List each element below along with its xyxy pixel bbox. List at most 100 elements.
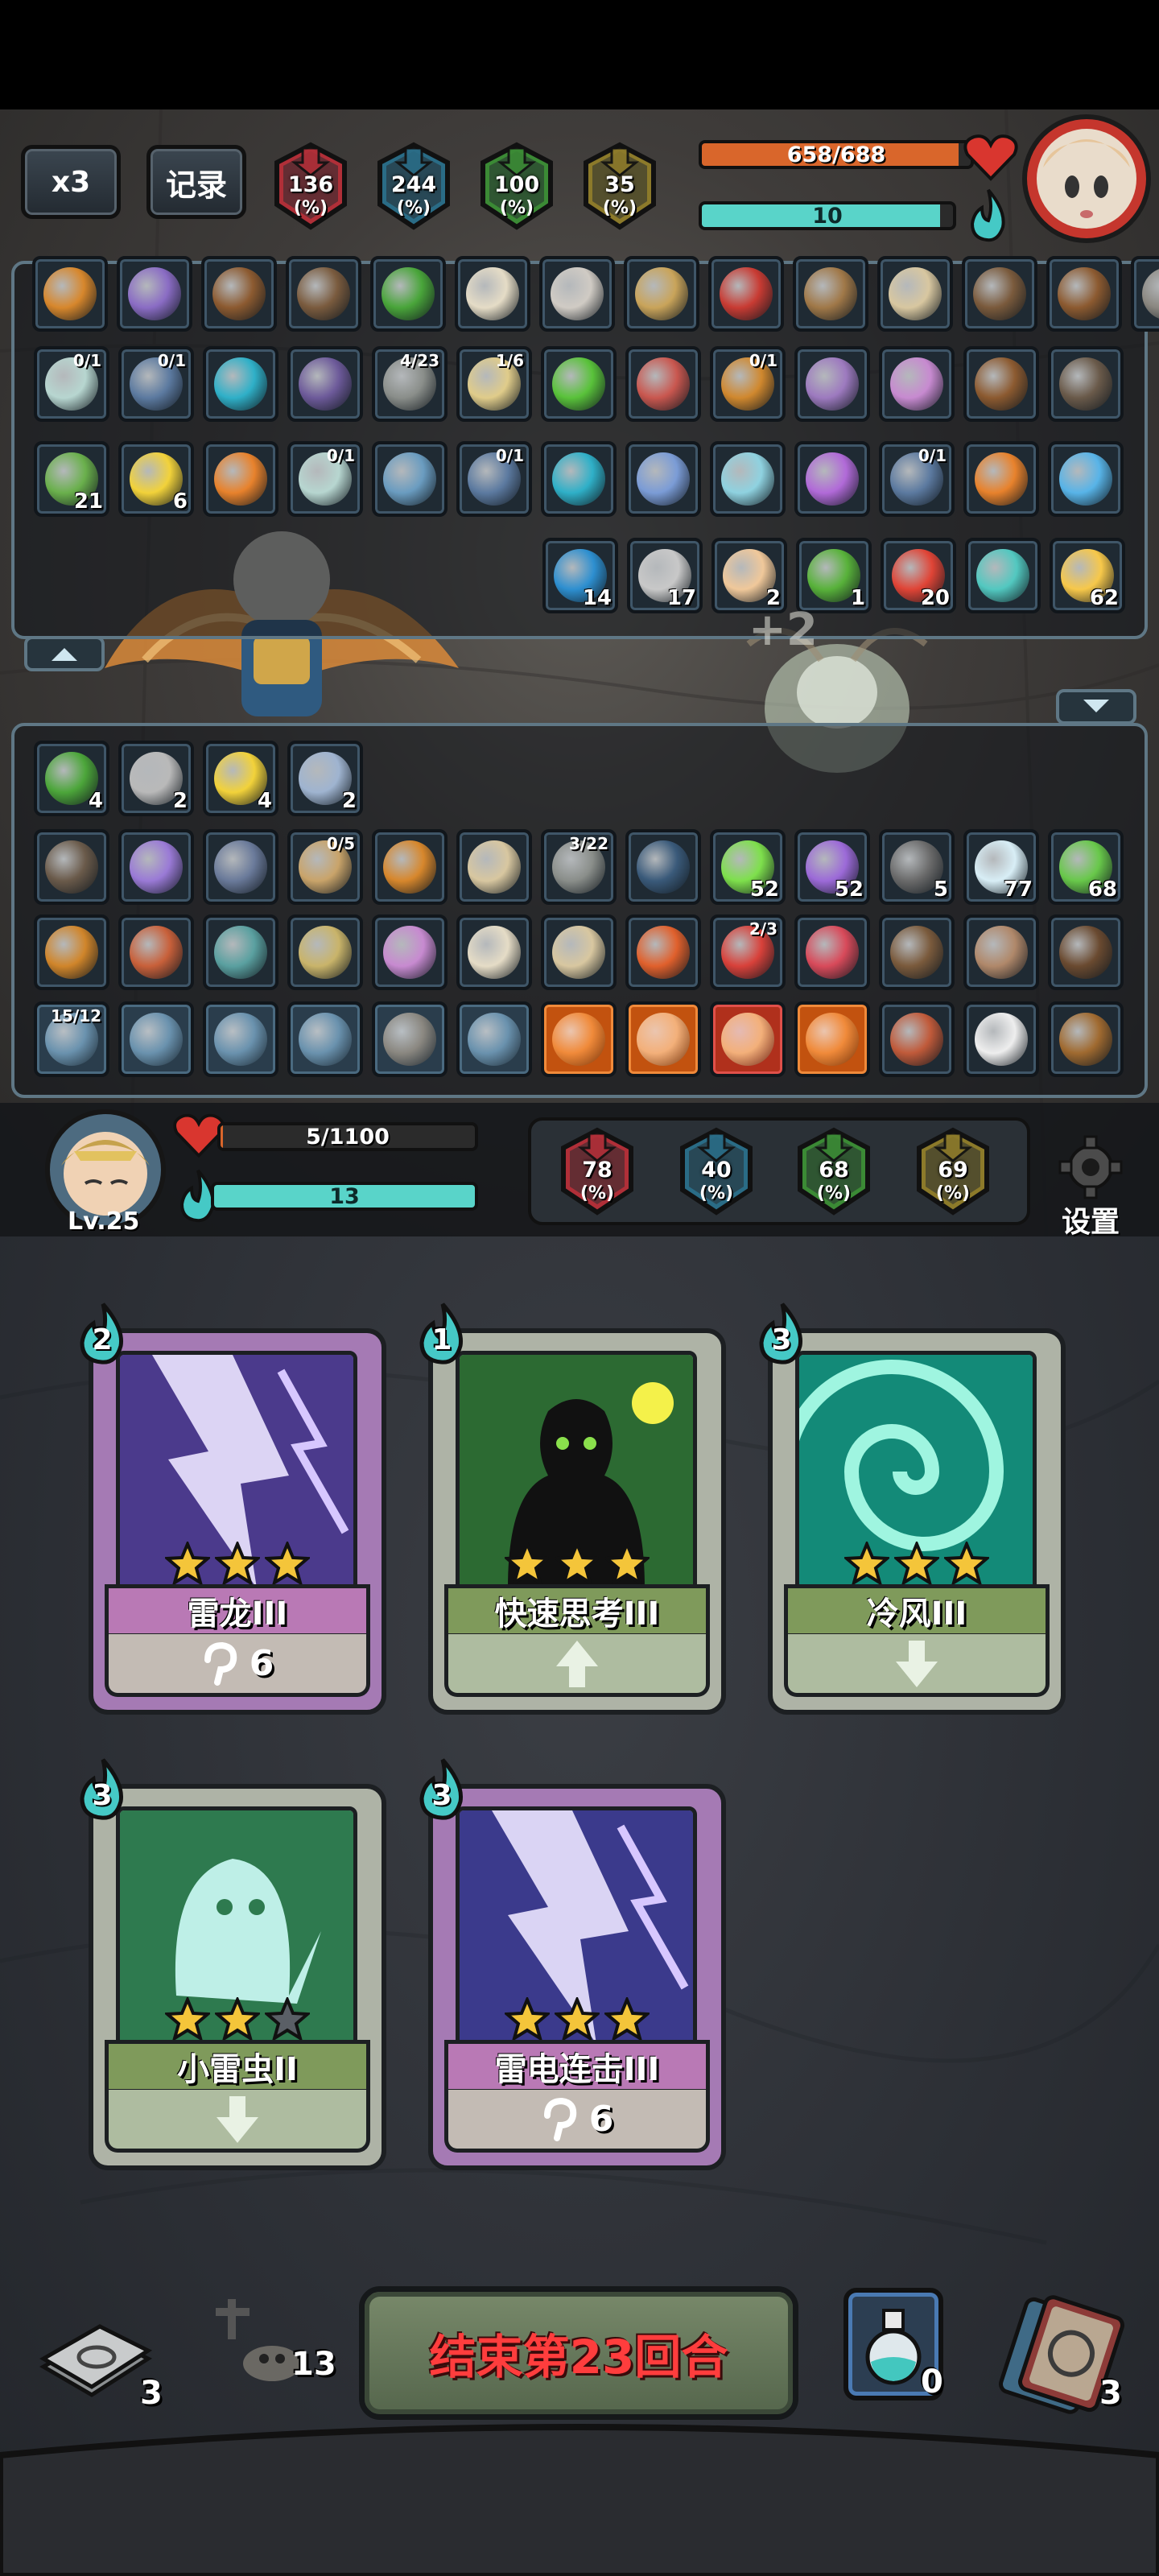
collapse-enemy-panel-button[interactable]	[24, 636, 105, 671]
relic-slot[interactable]	[625, 914, 701, 990]
relic-slot[interactable]: 3/22	[541, 829, 617, 905]
relic-slot[interactable]: 1	[796, 538, 872, 613]
relic-slot[interactable]	[1131, 256, 1159, 332]
collapse-player-panel-button[interactable]	[1056, 689, 1136, 724]
stat-badge-mystery[interactable]: 244 (%)	[373, 142, 454, 230]
relic-slot[interactable]	[625, 441, 701, 517]
relic-slot[interactable]	[287, 1001, 363, 1077]
relic-slot[interactable]	[541, 346, 617, 422]
relic-slot[interactable]	[1046, 256, 1122, 332]
relic-slot[interactable]: 0/1	[879, 441, 955, 517]
relic-slot[interactable]	[372, 829, 448, 905]
relic-slot[interactable]	[117, 256, 192, 332]
relic-slot[interactable]	[286, 256, 361, 332]
relic-slot[interactable]: 0/1	[710, 346, 786, 422]
relic-slot[interactable]: 0/1	[118, 346, 194, 422]
settings-button[interactable]: 设置	[1046, 1135, 1135, 1239]
relic-slot[interactable]	[793, 256, 868, 332]
stat-badge-defense-up[interactable]: 68 (%)	[794, 1127, 874, 1216]
relic-slot[interactable]	[287, 346, 363, 422]
relic-slot[interactable]	[879, 914, 955, 990]
relic-slot[interactable]	[34, 829, 109, 905]
relic-slot[interactable]	[201, 256, 277, 332]
relic-slot[interactable]	[963, 441, 1039, 517]
relic-slot[interactable]: 2	[287, 741, 363, 816]
relic-slot[interactable]: 68	[1048, 829, 1124, 905]
relic-slot[interactable]: 52	[794, 829, 870, 905]
end-turn-button[interactable]: 结束第23回合	[359, 2286, 798, 2420]
relic-slot[interactable]: 0/1	[287, 441, 363, 517]
relic-slot[interactable]	[963, 914, 1039, 990]
relic-slot[interactable]: 62	[1050, 538, 1125, 613]
relic-slot[interactable]	[1048, 914, 1124, 990]
relic-slot[interactable]	[370, 256, 446, 332]
relic-slot[interactable]	[372, 914, 448, 990]
relic-slot[interactable]: 17	[627, 538, 703, 613]
relic-slot[interactable]	[624, 256, 699, 332]
relic-slot[interactable]	[203, 1001, 278, 1077]
relic-slot[interactable]	[541, 914, 617, 990]
relic-slot[interactable]	[372, 441, 448, 517]
relic-slot[interactable]: 0/5	[287, 829, 363, 905]
relic-slot[interactable]	[32, 256, 108, 332]
relic-slot[interactable]	[877, 256, 953, 332]
relic-slot[interactable]: 2/3	[710, 914, 786, 990]
relic-slot[interactable]	[203, 441, 278, 517]
relic-slot[interactable]: 4	[203, 741, 278, 816]
stat-badge-attack-down[interactable]: 136 (%)	[270, 142, 351, 230]
stat-badge-defense-up[interactable]: 100 (%)	[476, 142, 557, 230]
enemy-portrait[interactable]	[1022, 114, 1151, 243]
relic-slot[interactable]	[1048, 441, 1124, 517]
relic-slot[interactable]: 21	[34, 441, 109, 517]
relic-slot[interactable]	[708, 256, 784, 332]
relic-slot[interactable]: 20	[881, 538, 956, 613]
relic-slot[interactable]: 15/12	[34, 1001, 109, 1077]
relic-slot[interactable]	[794, 441, 870, 517]
relic-slot[interactable]: 0/1	[456, 441, 532, 517]
relic-slot[interactable]	[879, 1001, 955, 1077]
relic-slot[interactable]: 0/1	[34, 346, 109, 422]
relic-slot[interactable]	[372, 1001, 448, 1077]
skill-card[interactable]: 快速思考III 1	[419, 1302, 726, 1715]
stat-badge-mystery[interactable]: 40 (%)	[676, 1127, 757, 1216]
skill-card[interactable]: 冷风III 3	[759, 1302, 1066, 1715]
stat-badge-gold-arrow[interactable]: 35 (%)	[580, 142, 660, 230]
relic-slot[interactable]	[963, 346, 1039, 422]
relic-slot[interactable]: 4/23	[372, 346, 448, 422]
skill-card[interactable]: 小雷虫II 3	[80, 1758, 386, 2170]
relic-slot[interactable]	[456, 1001, 532, 1077]
relic-slot[interactable]	[287, 914, 363, 990]
stat-badge-gold-arrow[interactable]: 69 (%)	[913, 1127, 993, 1216]
relic-slot[interactable]	[962, 256, 1037, 332]
relic-slot[interactable]: 4	[34, 741, 109, 816]
relic-slot[interactable]	[203, 829, 278, 905]
relic-slot[interactable]: 14	[542, 538, 618, 613]
relic-slot[interactable]	[625, 346, 701, 422]
skill-card[interactable]: 雷电连击III 6 3	[419, 1758, 726, 2170]
relic-slot[interactable]	[625, 1001, 701, 1077]
relic-slot[interactable]	[710, 1001, 786, 1077]
relic-slot[interactable]: 77	[963, 829, 1039, 905]
speed-button[interactable]: x3	[21, 145, 121, 219]
relic-slot[interactable]: 52	[710, 829, 786, 905]
relic-slot[interactable]	[203, 346, 278, 422]
relic-slot[interactable]	[625, 829, 701, 905]
relic-slot[interactable]: 1/6	[456, 346, 532, 422]
relic-slot[interactable]	[965, 538, 1041, 613]
relic-slot[interactable]	[539, 256, 615, 332]
record-button[interactable]: 记录	[146, 145, 246, 219]
skill-card[interactable]: 雷龙III 6 2	[80, 1302, 386, 1715]
relic-slot[interactable]	[541, 1001, 617, 1077]
relic-slot[interactable]	[794, 1001, 870, 1077]
stat-badge-attack-down[interactable]: 78 (%)	[557, 1127, 637, 1216]
relic-slot[interactable]	[794, 346, 870, 422]
relic-slot[interactable]	[118, 1001, 194, 1077]
relic-slot[interactable]	[710, 441, 786, 517]
relic-slot[interactable]	[1048, 346, 1124, 422]
relic-slot[interactable]	[118, 829, 194, 905]
relic-slot[interactable]	[456, 914, 532, 990]
relic-slot[interactable]	[455, 256, 530, 332]
relic-slot[interactable]	[118, 914, 194, 990]
relic-slot[interactable]	[34, 914, 109, 990]
relic-slot[interactable]: 2	[118, 741, 194, 816]
